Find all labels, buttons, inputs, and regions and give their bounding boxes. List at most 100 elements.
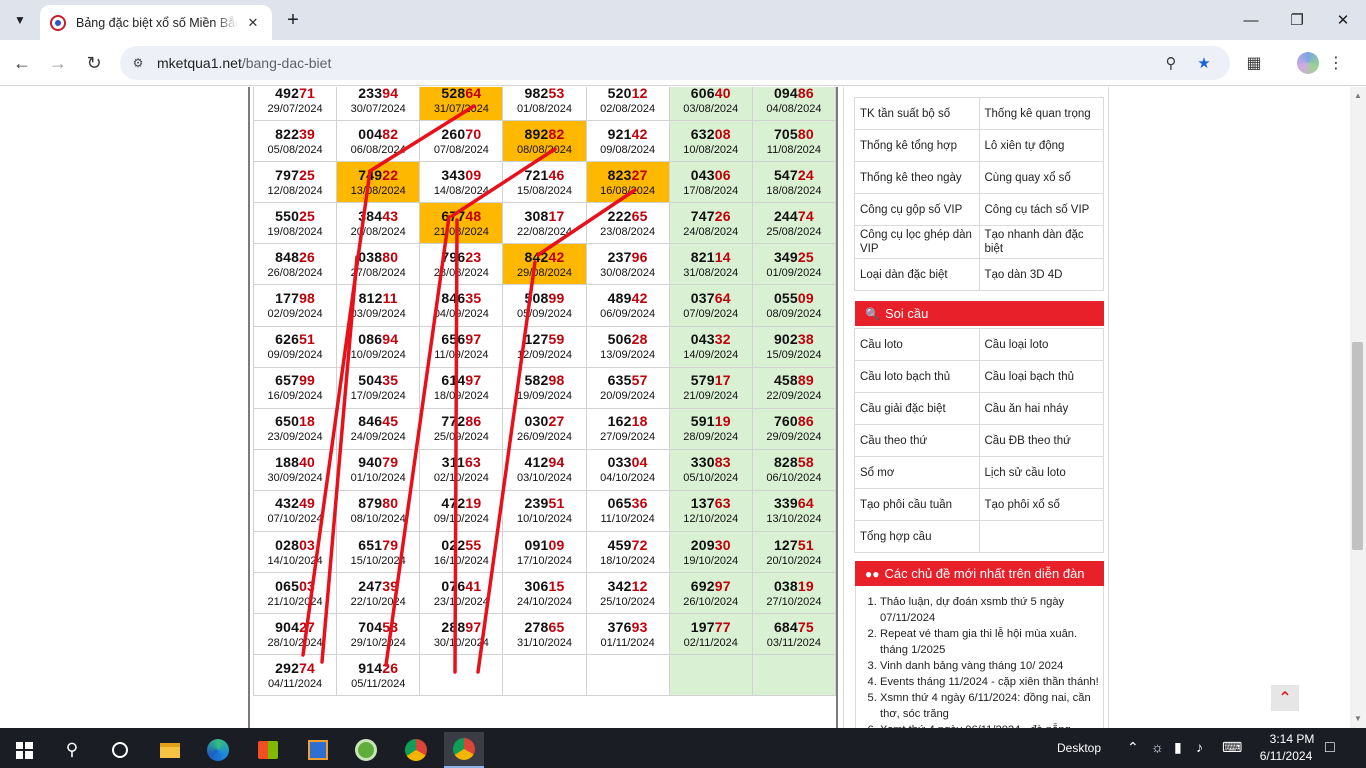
close-window-icon[interactable]: ✕: [1320, 0, 1366, 40]
result-cell: 41294 03/10/2024: [502, 448, 587, 491]
edge-browser-icon[interactable]: [198, 732, 238, 768]
result-last-two-digits: 09: [548, 536, 565, 553]
volume-icon[interactable]: ♪: [1196, 739, 1203, 755]
result-cell: [419, 654, 504, 697]
result-date: 27/08/2024: [350, 266, 406, 279]
result-cell: 90238 15/09/2024: [751, 325, 837, 368]
scroll-up-arrow-icon[interactable]: ▲: [1353, 91, 1363, 100]
forum-topic-link[interactable]: Vinh danh bảng vàng tháng 10/ 2024: [880, 658, 1099, 674]
back-to-top-chevron-icon[interactable]: ⌃: [1271, 685, 1299, 711]
result-last-two-digits: 22: [382, 166, 399, 183]
result-cell: 79623 28/08/2024: [419, 243, 504, 286]
url-text[interactable]: mketqua1.net/bang-dac-biet: [157, 55, 331, 71]
site-info-tune-icon[interactable]: ⚙: [128, 53, 148, 73]
clock-time[interactable]: 3:14 PM: [1262, 732, 1322, 746]
result-last-two-digits: 42: [631, 290, 648, 307]
reload-icon[interactable]: ↻: [80, 49, 108, 77]
profile-avatar[interactable]: [1297, 52, 1319, 74]
sidebar-link[interactable]: Thống kê theo ngày: [854, 161, 980, 194]
tab-search-chevron-icon[interactable]: ▼: [8, 8, 32, 32]
result-number: 50435: [358, 372, 399, 389]
result-date: 11/08/2024: [766, 143, 822, 156]
sidebar-link[interactable]: Cùng quay xổ số: [978, 161, 1104, 194]
app-tool-icon[interactable]: [298, 732, 338, 768]
sidebar-link[interactable]: Công cụ tách số VIP: [978, 193, 1104, 226]
scrollbar-thumb[interactable]: [1352, 342, 1363, 550]
result-number: 34212: [607, 577, 648, 594]
result-cell: 89282 08/08/2024: [502, 120, 587, 163]
notification-center-icon[interactable]: □: [1325, 739, 1335, 757]
restore-window-icon[interactable]: ❐: [1274, 0, 1320, 40]
microsoft-store-icon[interactable]: [248, 732, 288, 768]
result-cell: 52012 02/08/2024: [585, 87, 670, 122]
results-row: 43249 07/10/2024 87980 08/10/2024 47219 09/10…: [252, 489, 837, 533]
result-last-two-digits: 15: [548, 577, 565, 594]
bookmark-star-icon[interactable]: ★: [1194, 53, 1214, 73]
sidebar-link[interactable]: TK tần suất bộ số: [854, 97, 980, 130]
forum-topic-link[interactable]: Events tháng 11/2024 - cặp xiên thần thá…: [880, 674, 1099, 690]
sidebar-link[interactable]: Cầu ăn hai nháy: [978, 392, 1104, 425]
back-arrow-icon[interactable]: ←: [8, 49, 36, 77]
result-cell: 92142 09/08/2024: [585, 120, 670, 163]
new-tab-plus-icon[interactable]: +: [282, 9, 304, 31]
sidebar-link[interactable]: Loại dàn đặc biệt: [854, 258, 980, 291]
sidebar-link[interactable]: Tổng hợp cầu: [854, 520, 980, 553]
tray-chevron-up-icon[interactable]: ⌃: [1127, 739, 1139, 756]
scroll-down-arrow-icon[interactable]: ▼: [1353, 714, 1363, 723]
sidebar-link[interactable]: Cầu loto bạch thủ: [854, 360, 980, 393]
result-cell: 82114 31/08/2024: [668, 243, 753, 286]
result-last-two-digits: 09: [465, 166, 482, 183]
coccoc-browser-icon[interactable]: [346, 732, 386, 768]
chrome-icon[interactable]: [396, 732, 436, 768]
start-windows-icon[interactable]: [4, 732, 44, 768]
result-cell: 57917 21/09/2024: [668, 366, 753, 409]
sidebar-link[interactable]: Cầu giải đặc biệt: [854, 392, 980, 425]
sidebar-link[interactable]: Công cụ lọc ghép dàn VIP: [854, 225, 980, 259]
sidebar-link[interactable]: Tạo phôi xổ số: [978, 488, 1104, 521]
keyboard-icon[interactable]: ⌨: [1222, 739, 1242, 756]
sidebar-link[interactable]: Tạo nhanh dàn đặc biệt: [978, 225, 1104, 259]
forum-topic-link[interactable]: Xsmn thứ 4 ngày 6/11/2024: đồng nai, cần…: [880, 690, 1099, 722]
desktop-toolbar-label[interactable]: Desktop: [1057, 741, 1101, 755]
sidebar-link[interactable]: Lịch sử cầu loto: [978, 456, 1104, 489]
forum-topic-link[interactable]: Repeat vé tham gia thi lễ hội mùa xuân. …: [880, 626, 1099, 658]
sidebar-link[interactable]: Thống kê quan trọng: [978, 97, 1104, 130]
minimize-window-icon[interactable]: —: [1228, 0, 1274, 40]
sidebar-link[interactable]: Cầu theo thứ: [854, 424, 980, 457]
page-scrollbar[interactable]: ▲ ▼: [1350, 87, 1366, 728]
search-icon[interactable]: ⚲: [52, 732, 92, 768]
sidebar-link[interactable]: Cầu loto: [854, 328, 980, 361]
url-path: /bang-dac-biet: [241, 55, 332, 71]
sidebar-link[interactable]: Sổ mơ: [854, 456, 980, 489]
result-cell: 54724 18/08/2024: [751, 161, 837, 204]
result-number: 45889: [773, 372, 814, 389]
result-last-two-digits: 94: [382, 87, 399, 101]
forward-arrow-icon[interactable]: →: [44, 49, 72, 77]
forum-topic-link[interactable]: Thảo luận, dự đoán xsmb thứ 5 ngày 07/11…: [880, 594, 1099, 626]
tab-close-icon[interactable]: ✕: [244, 14, 262, 32]
result-date: 07/09/2024: [683, 308, 739, 321]
browser-tab-active[interactable]: Bảng đặc biệt xổ số Miền Bắc tuần ✕: [40, 5, 272, 40]
result-cell: 70580 11/08/2024: [751, 120, 837, 163]
result-date: 29/09/2024: [766, 431, 822, 444]
file-explorer-icon[interactable]: [150, 732, 190, 768]
sidebar-link[interactable]: Tạo dàn 3D 4D: [978, 258, 1104, 291]
result-date: 28/09/2024: [683, 431, 739, 444]
address-bar[interactable]: ⚙ mketqua1.net/bang-dac-biet ⚲ ★: [120, 46, 1230, 80]
zoom-search-icon[interactable]: ⚲: [1161, 53, 1181, 73]
result-number: 26070: [441, 125, 482, 142]
wifi-icon[interactable]: ☼: [1151, 739, 1164, 755]
sidebar-link[interactable]: Cầu loại bạch thủ: [978, 360, 1104, 393]
more-menu-icon[interactable]: ⋮: [1324, 51, 1348, 75]
task-view-icon[interactable]: [100, 732, 140, 768]
sidebar-link[interactable]: Cầu loại loto: [978, 328, 1104, 361]
sidebar-link[interactable]: Công cụ gộp số VIP: [854, 193, 980, 226]
battery-icon[interactable]: ▮: [1174, 739, 1182, 756]
clock-date[interactable]: 6/11/2024: [1255, 749, 1317, 763]
extensions-puzzle-icon[interactable]: ▦: [1242, 51, 1266, 75]
sidebar-link[interactable]: Cầu ĐB theo thứ: [978, 424, 1104, 457]
chrome-active-icon[interactable]: [444, 732, 484, 768]
sidebar-link[interactable]: Lô xiên tự động: [978, 129, 1104, 162]
sidebar-link[interactable]: Tạo phôi cầu tuần: [854, 488, 980, 521]
sidebar-link[interactable]: Thống kê tổng hợp: [854, 129, 980, 162]
